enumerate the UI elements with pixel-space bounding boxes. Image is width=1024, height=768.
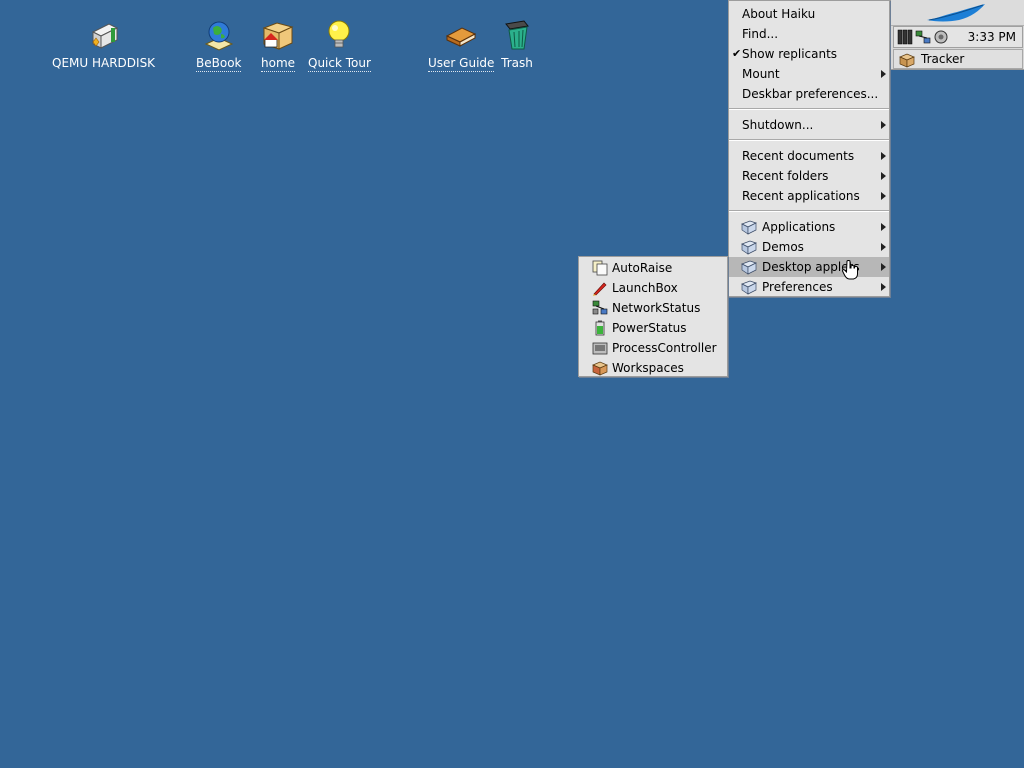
desktop-icon-label: BeBook bbox=[196, 56, 242, 72]
menu-item-label: Applications bbox=[762, 220, 836, 234]
desktop-applets-submenu: AutoRaise LaunchBox NetworkStatus PowerS… bbox=[578, 256, 728, 377]
submenu-arrow-icon bbox=[881, 70, 886, 78]
desktop-icon-label: QEMU HARDDISK bbox=[52, 56, 156, 70]
desktop-icon-harddisk[interactable]: QEMU HARDDISK bbox=[52, 18, 155, 71]
menu-item-launchbox[interactable]: LaunchBox bbox=[579, 278, 727, 298]
running-app-tracker[interactable]: Tracker bbox=[893, 49, 1023, 69]
running-app-label: Tracker bbox=[921, 52, 965, 66]
process-controller-icon bbox=[592, 342, 608, 355]
menu-item-desktop-applets[interactable]: Desktop applets bbox=[729, 257, 889, 277]
menu-item-label: Show replicants bbox=[742, 47, 838, 61]
checkmark-icon: ✔ bbox=[732, 47, 742, 60]
menu-item-label: Recent folders bbox=[742, 169, 829, 183]
menu-item-processcontroller[interactable]: ProcessController bbox=[579, 338, 727, 358]
menu-item-label: Recent applications bbox=[742, 189, 860, 203]
menu-item-about-haiku[interactable]: About Haiku bbox=[729, 4, 889, 24]
menu-item-label: Mount bbox=[742, 67, 780, 81]
menu-item-label: Shutdown... bbox=[742, 118, 814, 132]
harddisk-icon bbox=[91, 23, 118, 49]
menu-item-demos[interactable]: Demos bbox=[729, 237, 889, 257]
workspaces-icon bbox=[592, 361, 608, 376]
deskbar: 3:33 PM Tracker bbox=[890, 0, 1024, 70]
menu-item-label: Deskbar preferences... bbox=[742, 87, 879, 101]
launchbox-icon bbox=[593, 282, 607, 296]
cpu-meter-icon[interactable] bbox=[897, 29, 913, 45]
desktop-icon-quick-tour[interactable]: Quick Tour bbox=[308, 18, 371, 72]
menu-item-label: NetworkStatus bbox=[612, 301, 701, 315]
submenu-arrow-icon bbox=[881, 152, 886, 160]
menu-separator bbox=[729, 210, 889, 212]
submenu-arrow-icon bbox=[881, 243, 886, 251]
menu-separator bbox=[729, 139, 889, 141]
home-folder-icon bbox=[262, 22, 294, 50]
folder-icon bbox=[741, 220, 757, 235]
system-tray: 3:33 PM bbox=[893, 26, 1023, 48]
autoraise-icon bbox=[592, 260, 608, 276]
menu-item-label: Workspaces bbox=[612, 361, 684, 375]
menu-item-label: Find... bbox=[742, 27, 779, 41]
menu-item-shutdown[interactable]: Shutdown... bbox=[729, 115, 889, 135]
folder-icon bbox=[741, 240, 757, 255]
deskbar-main-menu: About Haiku Find... ✔ Show replicants Mo… bbox=[728, 0, 890, 297]
tracker-icon bbox=[899, 53, 915, 68]
menu-item-label: AutoRaise bbox=[612, 261, 673, 275]
menu-item-autoraise[interactable]: AutoRaise bbox=[579, 258, 727, 278]
submenu-arrow-icon bbox=[881, 192, 886, 200]
network-status-icon[interactable] bbox=[915, 29, 931, 45]
haiku-leaf-icon bbox=[927, 4, 985, 22]
trash-icon bbox=[505, 20, 529, 50]
menu-separator bbox=[729, 108, 889, 110]
menu-item-label: LaunchBox bbox=[612, 281, 678, 295]
menu-item-recent-documents[interactable]: Recent documents bbox=[729, 146, 889, 166]
desktop-icon-trash[interactable]: Trash bbox=[500, 18, 534, 71]
menu-item-label: ProcessController bbox=[612, 341, 717, 355]
hand-pointer-icon bbox=[842, 260, 858, 280]
menu-item-networkstatus[interactable]: NetworkStatus bbox=[579, 298, 727, 318]
desktop-icon-bebook[interactable]: BeBook bbox=[196, 18, 242, 72]
power-icon[interactable] bbox=[933, 29, 949, 45]
folder-icon bbox=[741, 260, 757, 275]
menu-item-label: Preferences bbox=[762, 280, 833, 294]
network-status-icon bbox=[592, 300, 608, 315]
submenu-arrow-icon bbox=[881, 223, 886, 231]
menu-item-preferences[interactable]: Preferences bbox=[729, 277, 889, 297]
submenu-arrow-icon bbox=[881, 263, 886, 271]
submenu-arrow-icon bbox=[881, 283, 886, 291]
lightbulb-icon bbox=[328, 20, 350, 48]
deskbar-menu-button[interactable] bbox=[891, 0, 1024, 26]
submenu-arrow-icon bbox=[881, 121, 886, 129]
menu-item-label: Recent documents bbox=[742, 149, 855, 163]
menu-item-mount[interactable]: Mount bbox=[729, 64, 889, 84]
book-icon bbox=[446, 27, 477, 47]
folder-icon bbox=[741, 280, 757, 295]
menu-item-workspaces[interactable]: Workspaces bbox=[579, 358, 727, 378]
desktop-icon-label: User Guide bbox=[428, 56, 495, 72]
menu-item-label: Demos bbox=[762, 240, 804, 254]
battery-icon bbox=[595, 320, 605, 336]
desktop-icon-label: Trash bbox=[501, 56, 533, 70]
menu-item-deskbar-preferences[interactable]: Deskbar preferences... bbox=[729, 84, 889, 104]
submenu-arrow-icon bbox=[881, 172, 886, 180]
desktop-icon-user-guide[interactable]: User Guide bbox=[428, 18, 495, 72]
menu-item-powerstatus[interactable]: PowerStatus bbox=[579, 318, 727, 338]
menu-item-applications[interactable]: Applications bbox=[729, 217, 889, 237]
clock[interactable]: 3:33 PM bbox=[968, 30, 1016, 44]
menu-item-label: About Haiku bbox=[742, 7, 816, 21]
desktop-icon-label: Quick Tour bbox=[308, 56, 371, 72]
menu-item-find[interactable]: Find... bbox=[729, 24, 889, 44]
menu-item-show-replicants[interactable]: ✔ Show replicants bbox=[729, 44, 889, 64]
desktop-icon-label: home bbox=[261, 56, 296, 72]
menu-item-recent-folders[interactable]: Recent folders bbox=[729, 166, 889, 186]
bebook-icon bbox=[204, 21, 233, 51]
menu-item-label: PowerStatus bbox=[612, 321, 687, 335]
menu-item-recent-applications[interactable]: Recent applications bbox=[729, 186, 889, 206]
desktop-icon-home[interactable]: home bbox=[261, 18, 296, 72]
